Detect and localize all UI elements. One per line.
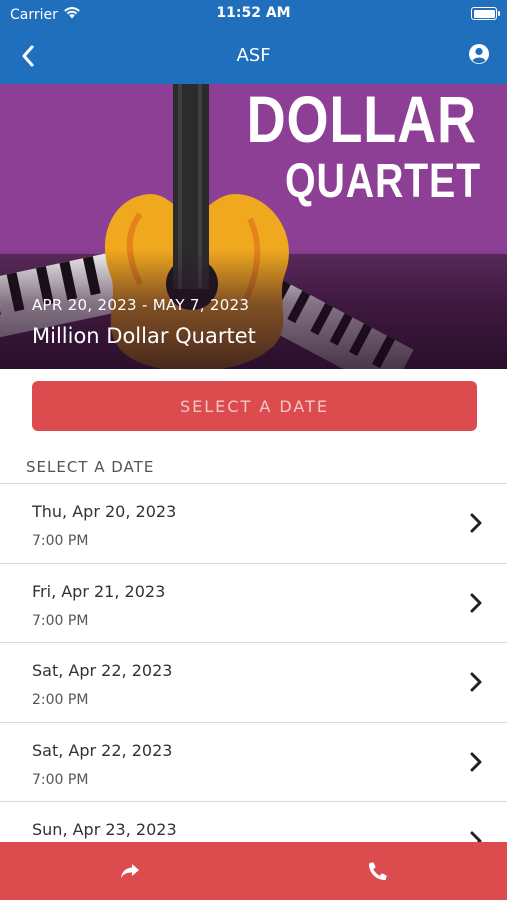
- poster-title-line2: QUARTET: [285, 155, 481, 208]
- chevron-right-icon: [470, 672, 482, 692]
- chevron-right-icon: [470, 513, 482, 533]
- show-hero-banner: DOLLAR QUARTET APR 20, 2023 - MAY 7, 202…: [0, 84, 507, 369]
- navigation-bar: ASF: [0, 28, 507, 84]
- performance-row[interactable]: Thu, Apr 20, 2023 7:00 PM: [0, 483, 507, 563]
- performance-row[interactable]: Sat, Apr 22, 2023 2:00 PM: [0, 642, 507, 722]
- performance-time: 2:00 PM: [32, 692, 89, 708]
- share-button[interactable]: [110, 856, 150, 886]
- top-bar: Carrier 11:52 AM ASF: [0, 0, 507, 84]
- select-date-button[interactable]: SELECT A DATE: [32, 381, 477, 431]
- bottom-action-bar: [0, 842, 507, 900]
- phone-icon: [369, 862, 387, 880]
- performance-row[interactable]: Sat, Apr 22, 2023 7:00 PM: [0, 721, 507, 801]
- chevron-right-icon: [470, 752, 482, 771]
- run-dates: APR 20, 2023 - MAY 7, 2023: [32, 296, 250, 314]
- chevron-right-icon: [470, 593, 482, 612]
- performance-date: Sat, Apr 22, 2023: [32, 661, 173, 680]
- account-button[interactable]: [465, 40, 493, 68]
- performance-date: Thu, Apr 20, 2023: [32, 502, 177, 521]
- performance-list: Thu, Apr 20, 2023 7:00 PM Fri, Apr 21, 2…: [0, 483, 507, 881]
- performance-time: 7:00 PM: [32, 771, 89, 788]
- poster-title-line1: DOLLAR: [246, 84, 477, 156]
- status-bar: Carrier 11:52 AM: [0, 0, 507, 28]
- performance-time: 7:00 PM: [32, 612, 89, 629]
- show-name: Million Dollar Quartet: [32, 324, 256, 348]
- performance-row[interactable]: Fri, Apr 21, 2023 7:00 PM: [0, 562, 507, 642]
- battery-icon: [471, 7, 500, 20]
- performance-date: Sun, Apr 23, 2023: [32, 820, 177, 839]
- performance-date: Fri, Apr 21, 2023: [32, 581, 166, 601]
- page-title: ASF: [236, 45, 271, 66]
- performance-time: 7:00 PM: [32, 533, 89, 549]
- share-arrow-icon: [121, 864, 139, 878]
- section-heading: SELECT A DATE: [26, 458, 155, 476]
- clock: 11:52 AM: [216, 5, 291, 21]
- call-button[interactable]: [358, 856, 398, 886]
- performance-date: Sat, Apr 22, 2023: [32, 740, 173, 760]
- user-circle-icon: [469, 44, 489, 64]
